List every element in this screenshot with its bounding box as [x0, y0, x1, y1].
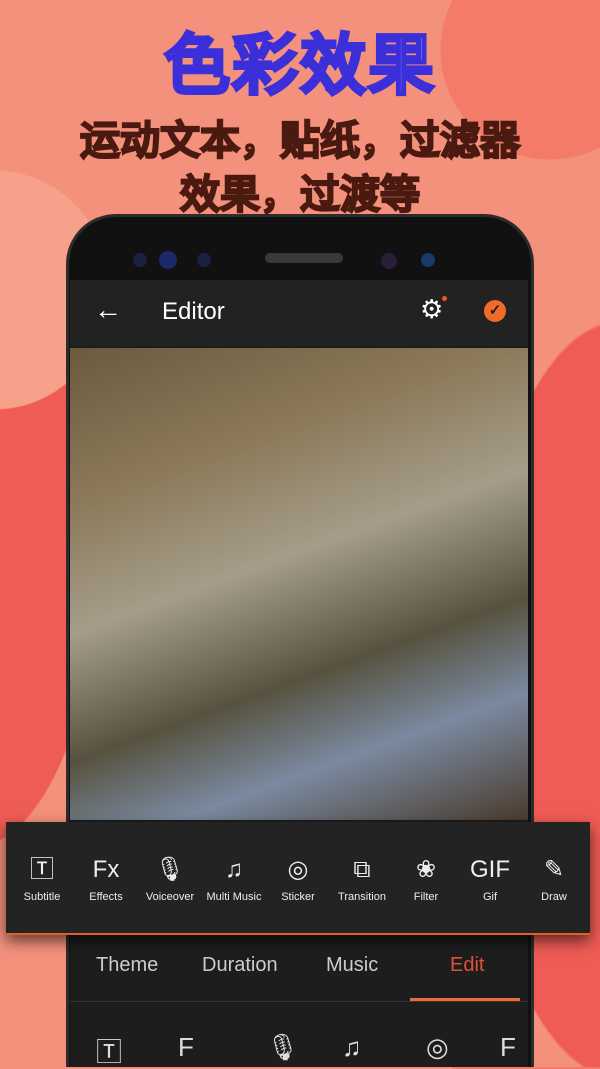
camera-icon — [159, 251, 177, 269]
tools-strip: 🅃 Subtitle Fx Effects 🎙 Voiceover ♫ Multi Music… — [6, 822, 590, 935]
arrow-left-icon[interactable]: ← — [94, 294, 122, 326]
tool-draw[interactable]: ✎ Draw — [523, 853, 585, 903]
tool-label: Multi Music — [206, 890, 262, 903]
fx-icon[interactable]: F — [500, 1032, 516, 1063]
promo-headline: 色彩效果 — [163, 27, 436, 104]
text-box-icon: 🅃 — [30, 855, 54, 883]
notification-dot — [442, 296, 447, 301]
tab-edit[interactable]: Edit — [450, 954, 484, 977]
fx-icon: Fx — [92, 855, 120, 883]
music-stack-icon[interactable]: ♫ — [342, 1032, 362, 1063]
tool-sticker[interactable]: ◎ Sticker — [267, 853, 329, 903]
tool-effects[interactable]: Fx Effects — [75, 853, 137, 903]
divider — [70, 1001, 528, 1002]
text-box-icon[interactable]: 🅃 — [96, 1032, 122, 1069]
tool-multi-music[interactable]: ♫ Multi Music — [203, 853, 265, 903]
sensor-icon — [421, 253, 435, 267]
promo-subline: 运动文本，贴纸，过滤器 — [79, 118, 521, 164]
page-title: Editor — [162, 298, 225, 325]
video-preview[interactable] — [70, 348, 528, 820]
tool-label: Filter — [413, 890, 439, 903]
gear-icon[interactable]: ⚙ — [420, 294, 443, 325]
overlap-squares-icon: ⧉ — [353, 855, 371, 883]
tool-label: Gif — [482, 890, 498, 903]
tab-theme[interactable]: Theme — [96, 954, 158, 977]
sensor-icon — [197, 253, 211, 267]
app-bar: ← Editor ⚙ ✓ — [70, 280, 528, 346]
tool-label: Transition — [338, 890, 386, 903]
gif-icon: GIF — [470, 855, 510, 883]
microphone-icon: 🎙 — [154, 855, 186, 883]
tool-label: Effects — [89, 890, 123, 903]
tool-label: Sticker — [281, 890, 315, 903]
tool-subtitle[interactable]: 🅃 Subtitle — [11, 853, 73, 903]
tab-music[interactable]: Music — [326, 954, 378, 977]
camera-icon — [133, 253, 147, 267]
tool-filter[interactable]: ❀ Filter — [395, 853, 457, 903]
editor-tabs: Theme Duration Music Edit — [70, 940, 528, 1002]
tool-gif[interactable]: GIF Gif — [459, 853, 521, 903]
sensor-icon — [381, 253, 397, 269]
tool-label: Subtitle — [23, 890, 61, 903]
tool-transition[interactable]: ⧉ Transition — [331, 853, 393, 903]
speaker-grille — [265, 253, 343, 263]
sticker-icon[interactable]: ◎ — [426, 1032, 449, 1063]
tool-voiceover[interactable]: 🎙 Voiceover — [139, 853, 201, 903]
tool-label: Voiceover — [145, 890, 195, 903]
tab-duration[interactable]: Duration — [202, 954, 278, 977]
fx-icon[interactable]: F — [178, 1032, 194, 1063]
music-stack-icon: ♫ — [225, 855, 243, 883]
brush-icon: ✎ — [543, 855, 565, 883]
tool-label: Draw — [541, 890, 567, 903]
promo-subline: 效果，过渡等 — [179, 172, 421, 218]
microphone-icon[interactable]: 🎙 — [266, 1032, 299, 1063]
filter-circles-icon: ❀ — [415, 855, 437, 883]
check-circle-icon[interactable]: ✓ — [484, 300, 506, 322]
app-screen: ← Editor ⚙ ✓ Theme Duration Music Edit 🅃… — [70, 280, 528, 1067]
sticker-icon: ◎ — [287, 855, 309, 883]
